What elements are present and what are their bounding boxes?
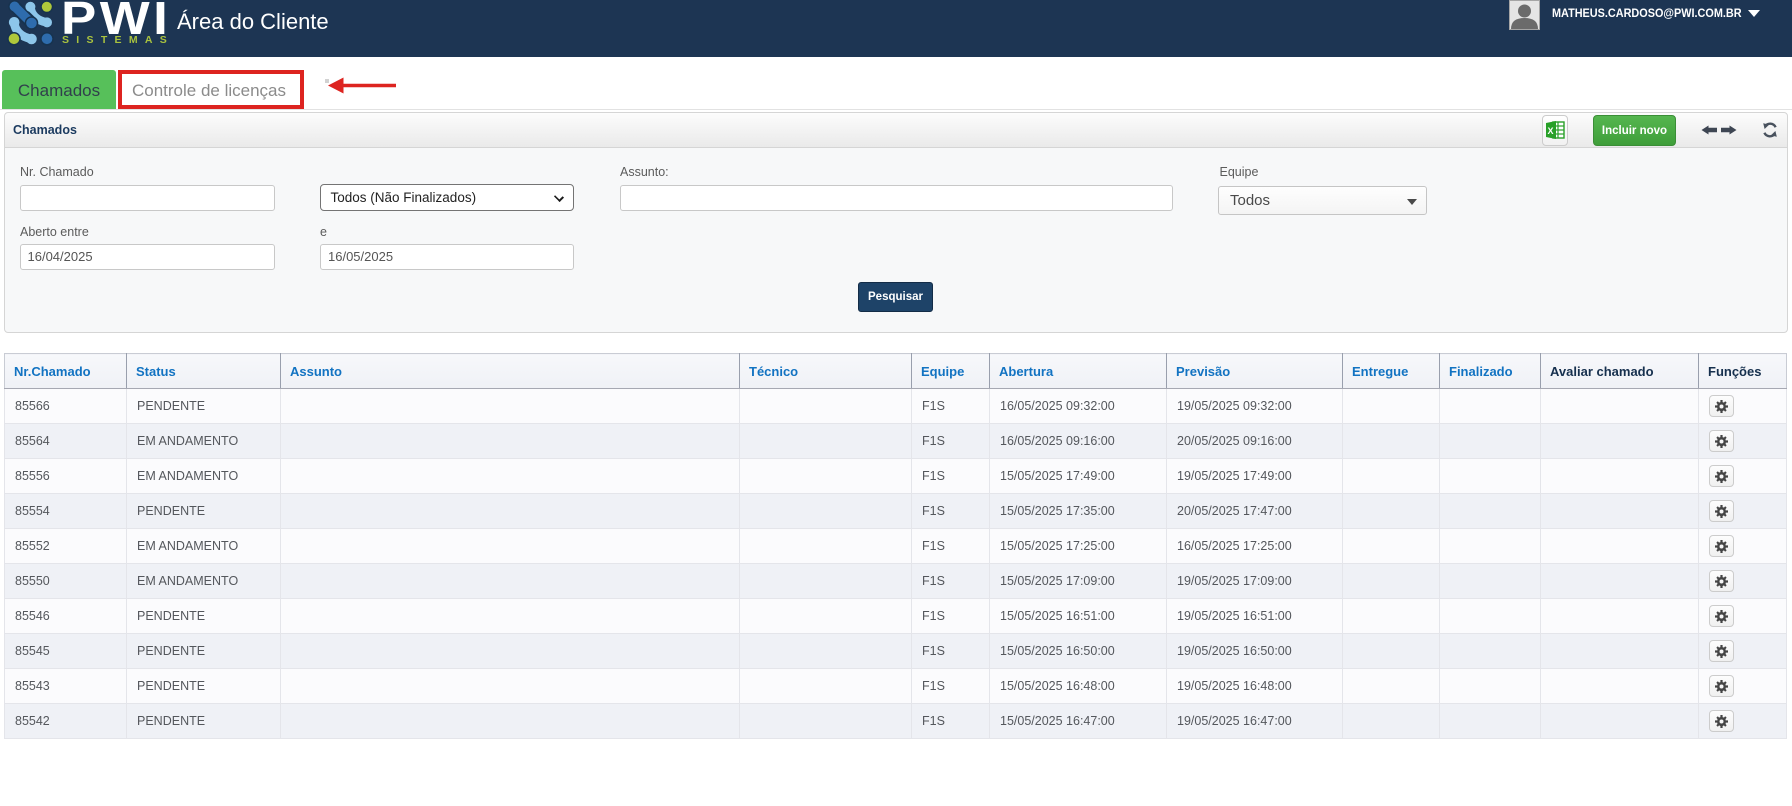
svg-text:X: X [1548,126,1554,136]
